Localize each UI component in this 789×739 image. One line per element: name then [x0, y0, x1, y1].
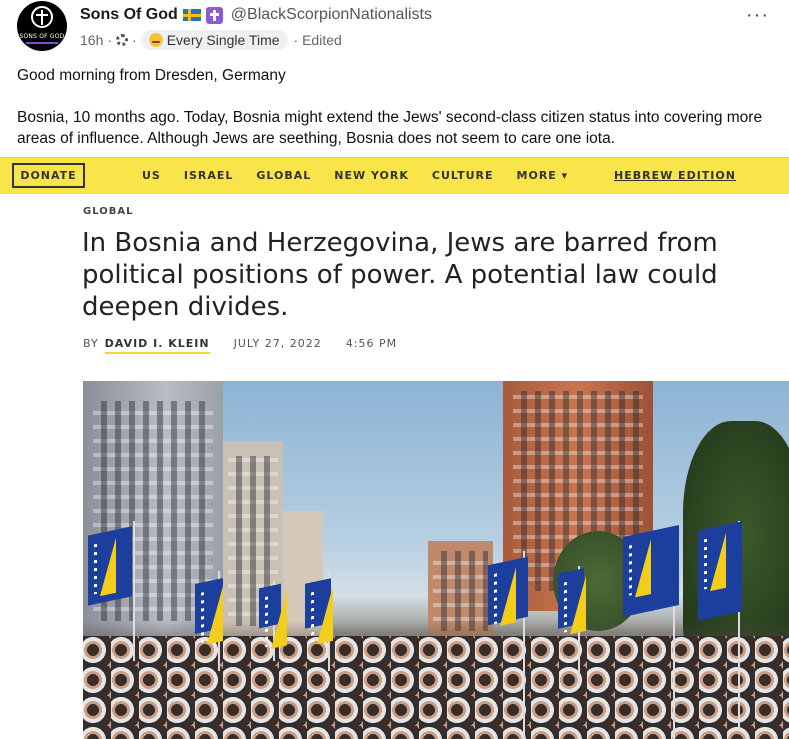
hebrew-edition-link: HEBREW EDITION — [614, 169, 736, 182]
byline-prefix: BY — [83, 337, 99, 350]
article-screenshot[interactable]: DONATE US ISRAEL GLOBAL NEW YORK CULTURE… — [0, 157, 789, 739]
cross-logo-icon — [31, 6, 53, 28]
nav-item: CULTURE — [431, 169, 494, 182]
edited-label: · Edited — [293, 32, 342, 48]
bosnian-flag — [698, 521, 742, 621]
nav-item: US — [142, 169, 161, 182]
post-paragraph: Bosnia, 10 months ago. Today, Bosnia mig… — [17, 109, 763, 147]
bosnian-flag — [259, 583, 281, 629]
bosnian-flag — [488, 556, 528, 626]
nav-item: NEW YORK — [334, 169, 409, 182]
avatar-underline — [26, 42, 58, 44]
author-handle[interactable]: @BlackScorpionNationalists — [231, 6, 432, 24]
separator-dot: · — [107, 32, 113, 48]
swedish-flag-icon — [182, 9, 201, 21]
article-nav-items: US ISRAEL GLOBAL NEW YORK CULTURE MORE ▾ — [142, 169, 591, 182]
globe-icon — [116, 34, 129, 46]
article-byline: BY DAVID I. KLEIN JULY 27, 2022 4:56 PM — [83, 337, 397, 354]
author-name[interactable]: Sons Of God — [80, 6, 178, 24]
bosnian-flag — [558, 568, 584, 629]
post-author: Sons Of God @BlackScorpionNationalists — [80, 6, 432, 24]
byline-author: DAVID I. KLEIN — [104, 337, 210, 354]
nav-item: GLOBAL — [256, 169, 312, 182]
bosnian-flag — [305, 578, 331, 629]
post-paragraph: Good morning from Dresden, Germany — [17, 67, 286, 84]
donate-button: DONATE — [12, 163, 85, 188]
bosnian-flag — [195, 578, 223, 634]
bosnian-flag — [88, 526, 132, 606]
nav-item: ISRAEL — [183, 169, 234, 182]
flair-label: Every Single Time — [166, 32, 280, 48]
byline-time: 4:56 PM — [345, 337, 398, 350]
article-headline: In Bosnia and Herzegovina, Jews are barr… — [82, 228, 718, 322]
post-body: Good morning from Dresden, Germany Bosni… — [17, 65, 777, 170]
crowd — [83, 636, 789, 739]
post-meta: 16h · · Every Single Time · Edited — [80, 30, 342, 50]
flair-badge[interactable]: Every Single Time — [140, 30, 288, 50]
avatar-text: SONS OF GOD — [19, 33, 65, 40]
separator-dot: · — [132, 32, 137, 48]
rolling-eyes-emoji-icon — [148, 33, 163, 47]
article-section-label: GLOBAL — [83, 206, 134, 217]
byline-date: JULY 27, 2022 — [233, 337, 322, 350]
post-time[interactable]: 16h — [80, 32, 103, 48]
more-options-icon[interactable]: ··· — [746, 4, 769, 27]
article-photo — [83, 381, 789, 739]
avatar[interactable]: SONS OF GOD — [17, 1, 67, 51]
latin-cross-icon — [205, 6, 223, 24]
nav-item: MORE ▾ — [516, 169, 569, 182]
article-nav-bar: DONATE US ISRAEL GLOBAL NEW YORK CULTURE… — [0, 157, 789, 194]
bosnian-flag — [623, 525, 679, 617]
